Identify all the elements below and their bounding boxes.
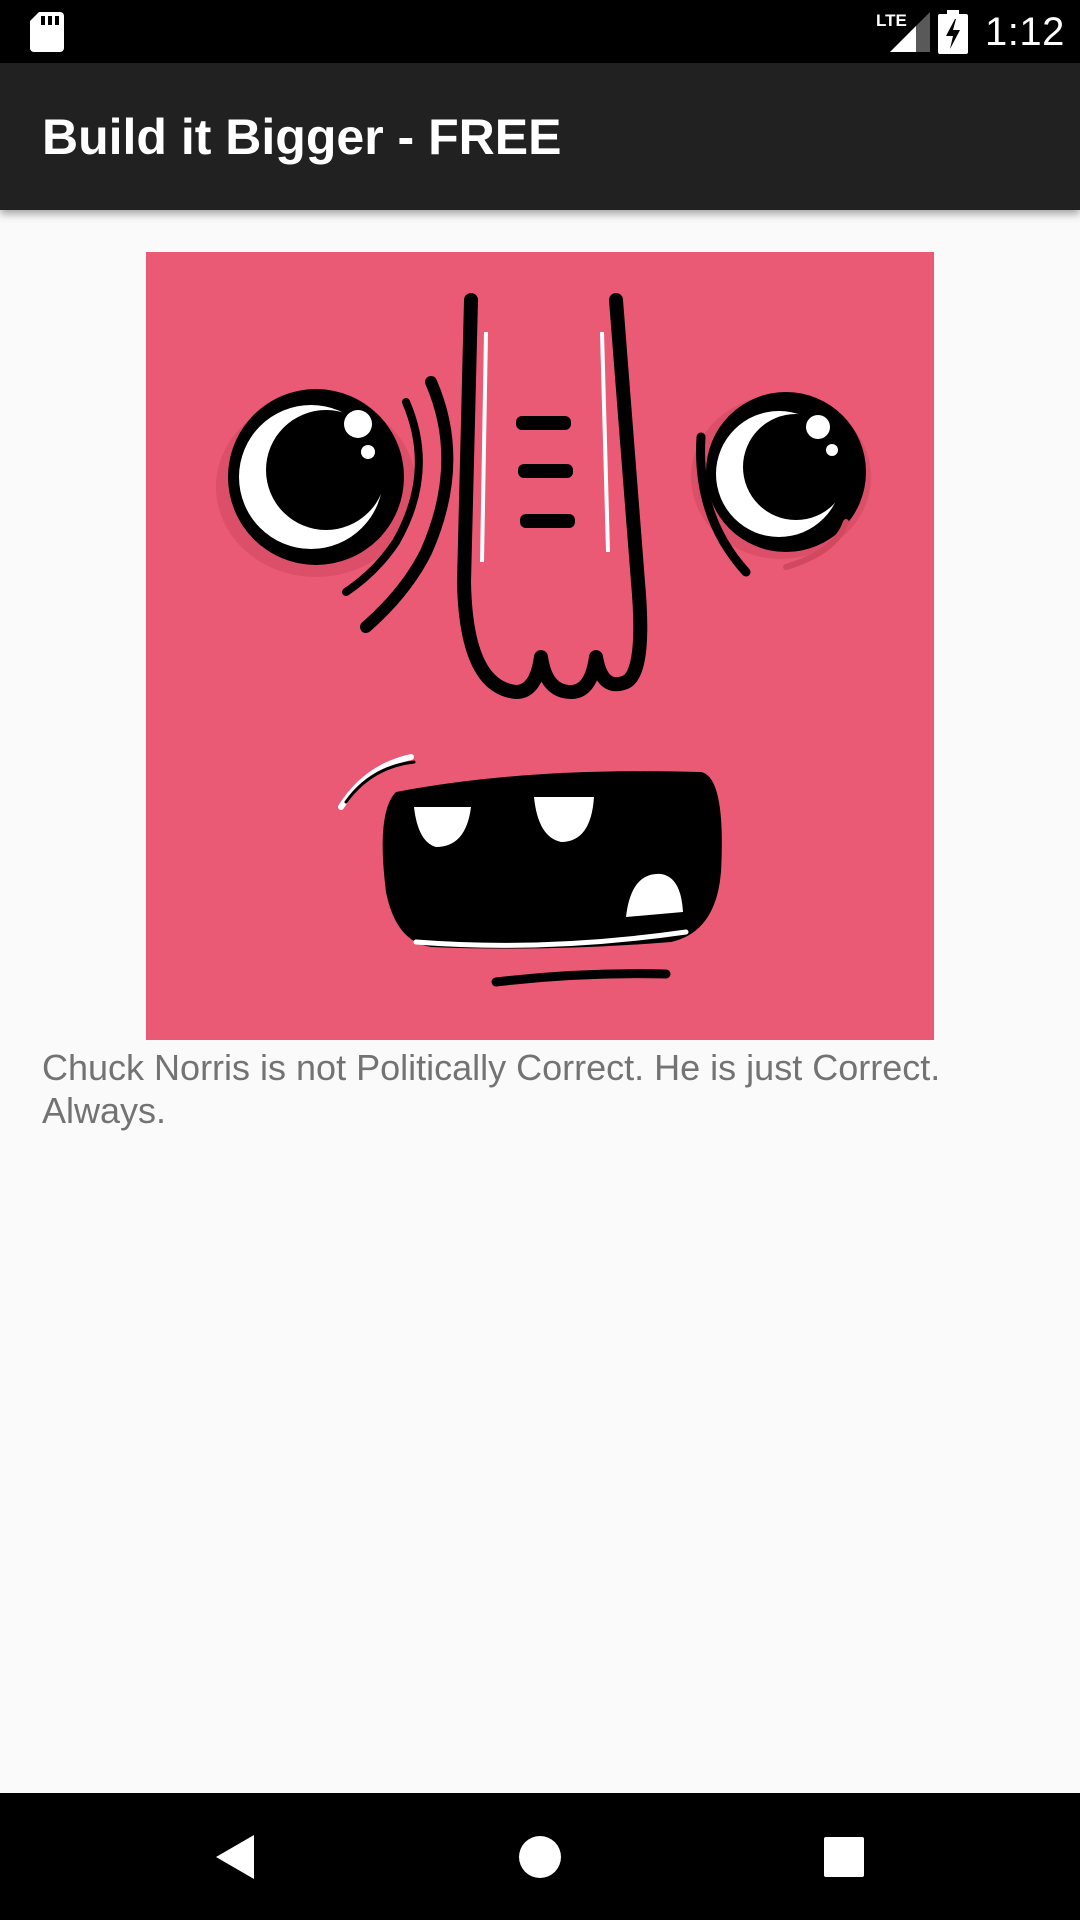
lte-signal-icon: LTE [876, 11, 930, 52]
back-button[interactable] [200, 1821, 272, 1893]
joke-image [146, 252, 934, 1040]
home-icon [519, 1836, 561, 1878]
app-title: Build it Bigger - FREE [42, 109, 562, 165]
recents-icon [824, 1837, 864, 1877]
navigation-bar [0, 1793, 1080, 1920]
sd-card-icon [30, 12, 64, 52]
status-clock: 1:12 [985, 10, 1065, 54]
funny-face-illustration [146, 252, 934, 1040]
status-bar: LTE 1:12 [0, 0, 1080, 63]
main-content: Chuck Norris is not Politically Correct.… [0, 210, 1080, 1793]
app-bar: Build it Bigger - FREE [0, 63, 1080, 210]
home-button[interactable] [504, 1821, 576, 1893]
joke-text: Chuck Norris is not Politically Correct.… [42, 1047, 941, 1131]
recents-button[interactable] [808, 1821, 880, 1893]
back-icon [216, 1835, 254, 1879]
lte-label: LTE [876, 11, 907, 30]
battery-charging-icon [938, 10, 968, 54]
